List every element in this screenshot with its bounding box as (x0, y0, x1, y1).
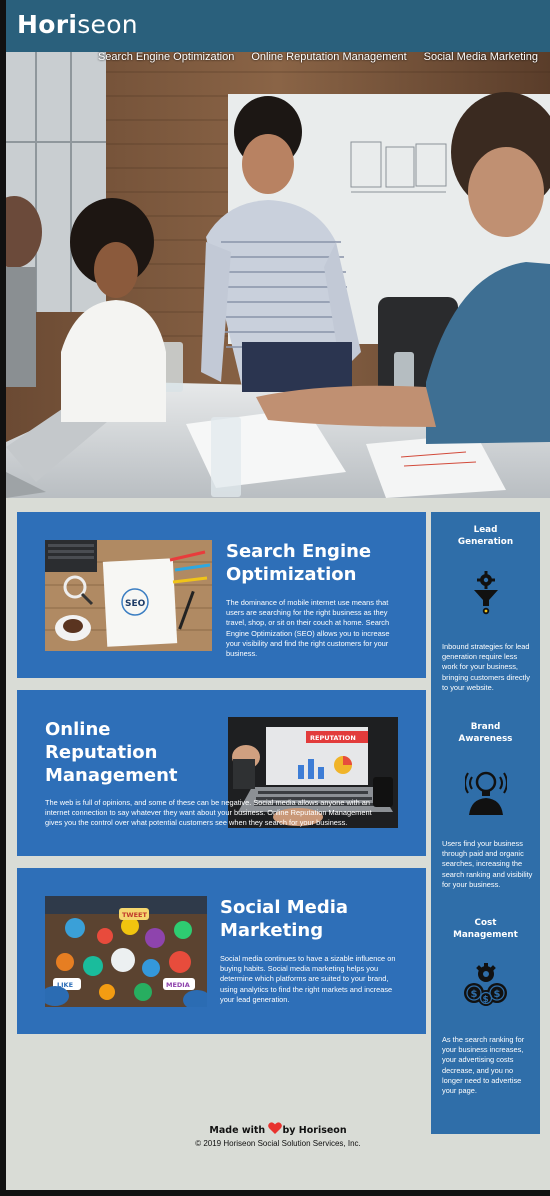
smm-image: TWEET LIKE MEDIA (45, 896, 207, 1007)
logo-text-main: Hori (17, 10, 78, 39)
social-word-1: TWEET (122, 911, 147, 919)
footer-heading: Made with by Horiseon (6, 1122, 550, 1136)
site-footer: Made with by Horiseon © 2019 Horiseon So… (6, 1122, 550, 1148)
benefit-cost-title-line-1: Cost (474, 918, 497, 928)
footer-made-with: Made with (209, 1125, 266, 1136)
benefit-cost-title-line-2: Management (453, 930, 518, 940)
benefits-sidebar: Lead Generation Inbound strategies for le… (431, 512, 540, 1134)
site-logo[interactable]: Horiseon (17, 10, 138, 39)
smm-title-line-2: Marketing (220, 920, 324, 941)
svg-text:$: $ (482, 995, 488, 1005)
social-word-3: MEDIA (166, 981, 190, 989)
seo-image: SEO (45, 540, 212, 651)
seo-title-line-1: Search Engine (226, 541, 372, 562)
seo-title: Search Engine Optimization (226, 540, 371, 586)
benefit-brand-title-line-2: Awareness (458, 734, 513, 744)
logo-text-accent: seon (77, 10, 138, 39)
seo-title-line-2: Optimization (226, 564, 357, 585)
funnel-gear-icon (473, 571, 498, 615)
benefit-lead-title-line-1: Lead (473, 525, 498, 535)
orm-title-line-1: Online (45, 719, 111, 740)
hero-image (6, 52, 550, 498)
nav-link-smm[interactable]: Social Media Marketing (424, 51, 538, 63)
page: Horiseon Search Engine Optimization Onli… (6, 0, 550, 1190)
benefit-cost: Cost Management $ $ $ As the search ranki… (431, 917, 540, 1095)
seo-desk-illustration: SEO (45, 540, 212, 651)
orm-title-line-2: Reputation (45, 742, 158, 763)
smm-section: TWEET LIKE MEDIA Social Media Marketing S… (17, 868, 426, 1034)
benefit-brand: Brand Awareness Users find your business … (431, 721, 540, 889)
site-header: Horiseon (6, 0, 550, 52)
seo-label-text: SEO (125, 599, 146, 609)
benefit-cost-body: As the search ranking for your business … (442, 1035, 525, 1096)
heart-icon (268, 1122, 283, 1134)
benefit-brand-body: Users find your business through paid an… (442, 839, 533, 889)
seo-body: The dominance of mobile internet use mea… (226, 598, 390, 659)
benefit-lead-title-line-2: Generation (457, 537, 514, 547)
benefit-lead-body: Inbound strategies for lead generation r… (442, 642, 530, 692)
benefit-lead: Lead Generation Inbound strategies for le… (431, 524, 540, 692)
main-nav: Search Engine Optimization Online Reputa… (98, 51, 538, 63)
benefit-lead-title: Lead Generation (431, 524, 540, 548)
svg-text:$: $ (470, 989, 477, 1000)
nav-link-seo[interactable]: Search Engine Optimization (98, 51, 234, 63)
smm-social-illustration: TWEET LIKE MEDIA (45, 896, 207, 1007)
footer-by: by Horiseon (282, 1125, 347, 1136)
smm-title-line-1: Social Media (220, 897, 349, 918)
footer-copyright: © 2019 Horiseon Social Solution Services… (195, 1139, 361, 1148)
smm-body: Social media continues to have a sizable… (220, 954, 396, 1004)
svg-text:$: $ (493, 989, 500, 1000)
benefit-brand-title-line-1: Brand (470, 722, 501, 732)
benefit-brand-title: Brand Awareness (431, 721, 540, 745)
lightbulb-head-icon (464, 771, 507, 815)
hero-office-photo (6, 52, 550, 498)
orm-title-line-3: Management (45, 765, 178, 786)
reputation-label-text: REPUTATION (310, 734, 356, 742)
orm-body: The web is full of opinions, and some of… (45, 798, 372, 828)
orm-title: Online Reputation Management (45, 718, 178, 787)
seo-section: SEO Search Engine Optimization The domina… (17, 512, 426, 678)
gear-dollar-icon: $ $ $ (463, 963, 507, 1006)
benefit-cost-title: Cost Management (431, 917, 540, 941)
nav-link-orm[interactable]: Online Reputation Management (251, 51, 406, 63)
smm-title: Social Media Marketing (220, 896, 348, 942)
orm-section: Online Reputation Management REPUTATION Th… (17, 690, 426, 856)
